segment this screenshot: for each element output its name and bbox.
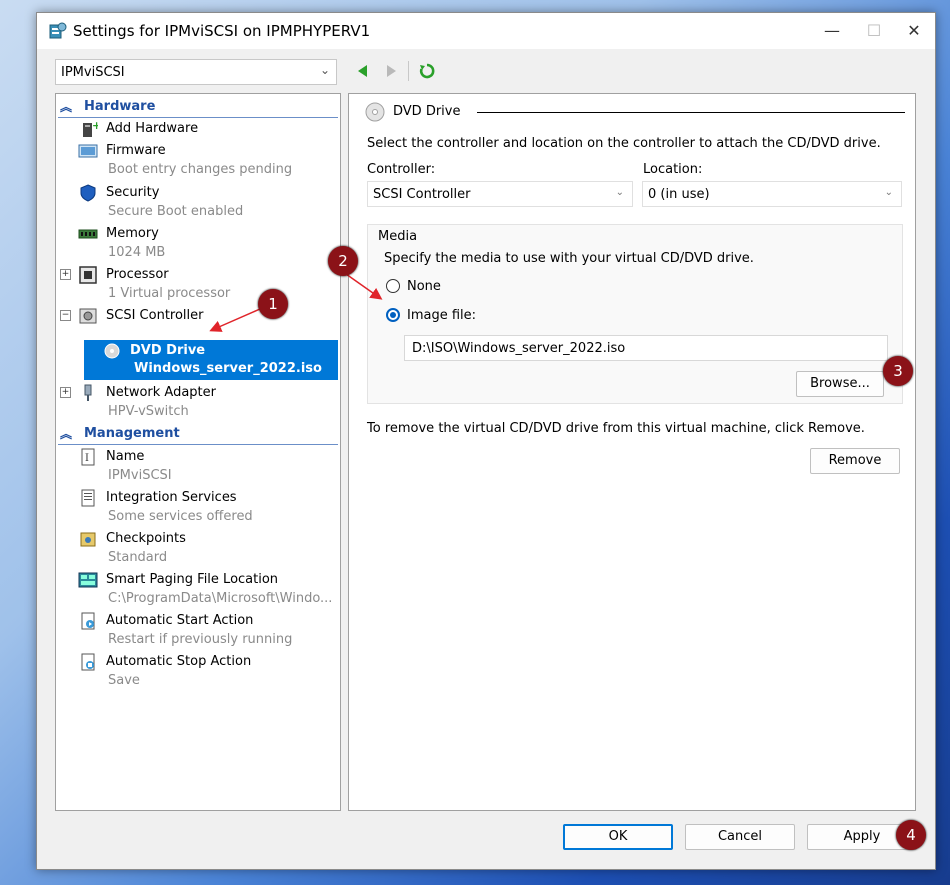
scsi-controller-label: SCSI Controller <box>106 308 204 323</box>
title-bar: Settings for IPMviSCSI on IPMPHYPERV1 — … <box>37 13 935 49</box>
window-title: Settings for IPMviSCSI on IPMPHYPERV1 <box>73 22 371 40</box>
add-hardware-icon: + <box>83 120 98 137</box>
annotation-badge-4: 4 <box>896 820 926 850</box>
refresh-icon[interactable] <box>419 63 435 79</box>
smart-paging-label: Smart Paging File Location <box>106 572 279 587</box>
expand-toggle[interactable]: + <box>60 269 71 280</box>
shield-icon <box>80 184 96 202</box>
ok-button[interactable]: OK <box>563 824 673 850</box>
dvd-drive-label: DVD Drive <box>130 343 206 358</box>
auto-stop-label: Automatic Stop Action <box>106 654 252 669</box>
firmware-icon <box>78 144 98 158</box>
vm-selector[interactable]: IPMviSCSI ⌄ <box>55 59 337 85</box>
dvd-drive-media: Windows_server_2022.iso <box>134 361 322 376</box>
management-heading: Management <box>84 426 180 441</box>
annotation-badge-2: 2 <box>328 246 358 276</box>
minimize-button[interactable]: — <box>817 19 847 43</box>
name-label: Name <box>106 449 145 464</box>
scsi-controller-icon <box>79 308 97 324</box>
maximize-button[interactable]: ☐ <box>859 19 889 43</box>
chevron-down-icon: ⌄ <box>884 187 893 198</box>
none-radio[interactable] <box>386 279 400 293</box>
expand-toggle[interactable]: + <box>60 387 71 398</box>
name-icon: I <box>81 448 95 466</box>
name-value: IPMviSCSI <box>108 468 172 483</box>
controller-value: SCSI Controller <box>373 187 471 202</box>
none-radio-label[interactable]: None <box>407 279 441 294</box>
remove-instruction: To remove the virtual CD/DVD drive from … <box>367 421 865 436</box>
details-panel: DVD Drive Select the controller and loca… <box>348 93 916 811</box>
integration-services-icon <box>81 489 95 507</box>
svg-text:+: + <box>92 120 98 132</box>
close-button[interactable]: ✕ <box>899 19 929 43</box>
processor-value: 1 Virtual processor <box>108 286 231 301</box>
processor-icon <box>79 266 97 284</box>
hardware-section-header[interactable]: ︽ Hardware <box>58 97 338 118</box>
annotation-badge-3: 3 <box>883 356 913 386</box>
security-status: Secure Boot enabled <box>108 204 244 219</box>
memory-label: Memory <box>106 226 159 241</box>
media-instruction: Specify the media to use with your virtu… <box>384 251 754 266</box>
tree-item-dvd-drive[interactable]: DVD Drive Windows_server_2022.iso <box>84 340 338 380</box>
image-file-radio[interactable] <box>386 308 400 322</box>
collapse-toggle[interactable]: − <box>60 310 71 321</box>
controller-dropdown[interactable]: SCSI Controller ⌄ <box>367 181 633 207</box>
auto-stop-icon <box>81 653 95 671</box>
back-arrow-icon[interactable] <box>355 63 371 79</box>
settings-tree: ︽ Hardware + Add Hardware Firmware Boot … <box>55 93 341 811</box>
dvd-icon <box>365 102 385 122</box>
controller-instruction: Select the controller and location on th… <box>367 136 881 151</box>
chevron-down-icon: ⌄ <box>615 187 624 198</box>
location-value: 0 (in use) <box>648 187 710 202</box>
network-adapter-label: Network Adapter <box>106 385 216 400</box>
auto-start-label: Automatic Start Action <box>106 613 254 628</box>
browse-button[interactable]: Browse... <box>796 371 884 397</box>
memory-icon <box>78 229 98 239</box>
checkpoints-icon <box>80 532 96 547</box>
add-hardware-label: Add Hardware <box>106 121 199 136</box>
image-path-field[interactable]: D:\ISO\Windows_server_2022.iso <box>404 335 888 361</box>
vm-selector-value: IPMviSCSI <box>61 65 125 80</box>
location-dropdown[interactable]: 0 (in use) ⌄ <box>642 181 902 207</box>
auto-start-value: Restart if previously running <box>108 632 293 647</box>
security-label: Security <box>106 185 160 200</box>
checkpoints-type: Standard <box>108 550 168 565</box>
settings-window: Settings for IPMviSCSI on IPMPHYPERV1 — … <box>36 12 936 870</box>
toolbar-separator <box>408 61 409 81</box>
remove-button[interactable]: Remove <box>810 448 900 474</box>
svg-text:I: I <box>85 453 89 464</box>
image-path-value: D:\ISO\Windows_server_2022.iso <box>412 341 626 356</box>
controller-label: Controller: <box>367 162 436 177</box>
paging-file-icon <box>78 572 98 588</box>
processor-label: Processor <box>106 267 169 282</box>
forward-arrow-icon[interactable] <box>383 63 399 79</box>
collapse-chevron-icon: ︽ <box>60 427 73 441</box>
smart-paging-path: C:\ProgramData\Microsoft\Windo... <box>108 591 333 606</box>
group-divider <box>477 112 905 113</box>
integration-services-label: Integration Services <box>106 490 237 505</box>
location-label: Location: <box>643 162 703 177</box>
image-file-radio-label[interactable]: Image file: <box>407 308 476 323</box>
dvd-icon <box>104 343 120 359</box>
checkpoints-label: Checkpoints <box>106 531 186 546</box>
firmware-label: Firmware <box>106 143 166 158</box>
auto-stop-value: Save <box>108 673 140 688</box>
firmware-status: Boot entry changes pending <box>108 162 293 177</box>
collapse-chevron-icon: ︽ <box>60 100 73 114</box>
hyper-v-settings-icon <box>49 22 67 39</box>
media-title: Media <box>378 229 418 244</box>
chevron-down-icon: ⌄ <box>319 63 330 77</box>
management-section-header[interactable]: ︽ Management <box>58 424 338 445</box>
integration-services-status: Some services offered <box>108 509 253 524</box>
group-title: DVD Drive <box>393 104 461 119</box>
hardware-heading: Hardware <box>84 99 156 114</box>
annotation-badge-1: 1 <box>258 289 288 319</box>
cancel-button[interactable]: Cancel <box>685 824 795 850</box>
network-adapter-switch: HPV-vSwitch <box>108 404 189 419</box>
dvd-drive-group-header: DVD Drive <box>365 102 905 122</box>
memory-value: 1024 MB <box>108 245 166 260</box>
network-adapter-icon <box>84 384 92 401</box>
auto-start-icon <box>81 612 95 630</box>
